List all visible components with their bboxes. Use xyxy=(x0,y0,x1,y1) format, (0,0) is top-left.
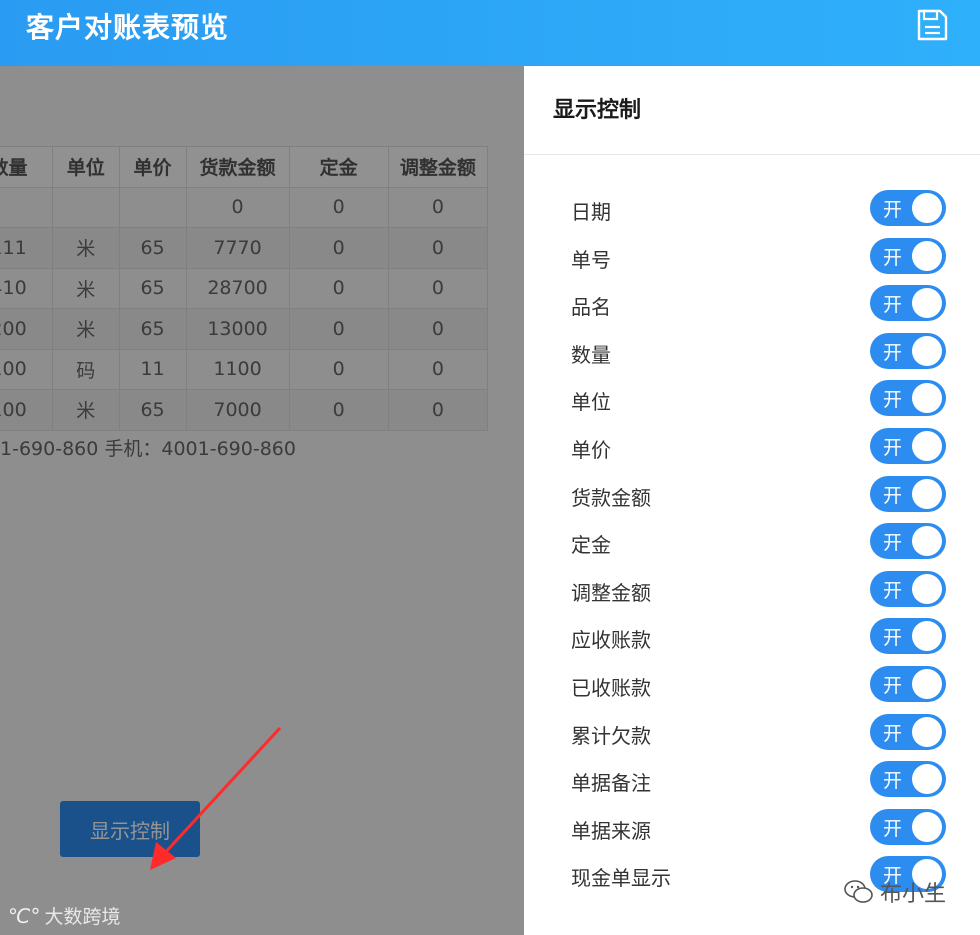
switch-on-text: 开 xyxy=(883,437,903,459)
toggle-switch[interactable]: 开 xyxy=(870,666,946,702)
switch-on-text: 开 xyxy=(883,675,903,697)
switch-knob xyxy=(912,240,942,271)
option-row: 调整金额 开 xyxy=(524,569,980,609)
option-label: 现金单显示 xyxy=(571,866,671,891)
switch-knob xyxy=(912,193,942,223)
option-row: 日期 开 xyxy=(524,188,980,228)
switch-knob xyxy=(912,811,942,842)
app-header: 客户对账表预览 xyxy=(0,0,980,66)
switch-knob xyxy=(912,478,942,509)
option-row: 累计欠款 开 xyxy=(524,712,980,752)
wechat-icon xyxy=(844,880,873,903)
option-label: 单据备注 xyxy=(571,771,651,796)
toggle-switch[interactable]: 开 xyxy=(870,332,946,369)
option-label: 单位 xyxy=(571,390,611,415)
watermark-right-text: 布小生 xyxy=(880,882,947,907)
option-row: 品名 开 xyxy=(524,283,980,323)
display-control-drawer: 显示控制 日期开单号开品名开数量开单位开单价开货款金额开定金开调整金额开应收账款… xyxy=(524,66,980,935)
switch-on-text: 开 xyxy=(883,484,903,507)
switch-knob xyxy=(912,573,942,604)
toggle-switch[interactable]: 开 xyxy=(870,713,946,750)
option-row: 数量 开 xyxy=(524,331,980,371)
watermark-logo-icon: ℃° xyxy=(8,903,41,928)
toggle-switch[interactable]: 开 xyxy=(870,237,946,274)
option-label: 数量 xyxy=(571,342,611,367)
toggle-switch[interactable]: 开 xyxy=(870,808,946,845)
switch-knob xyxy=(912,669,942,699)
option-row: 单号 开 xyxy=(524,236,980,276)
option-label: 累计欠款 xyxy=(571,723,651,748)
toggle-switch[interactable]: 开 xyxy=(870,618,946,655)
option-row: 单价 开 xyxy=(524,426,980,466)
switch-knob xyxy=(912,335,942,366)
page-title: 客户对账表预览 xyxy=(26,11,230,44)
toggle-switch[interactable]: 开 xyxy=(870,190,946,226)
switch-on-text: 开 xyxy=(883,722,903,745)
option-row: 单据来源 开 xyxy=(524,807,980,847)
option-row: 单位 开 xyxy=(524,378,980,418)
drawer-title: 显示控制 xyxy=(553,98,642,123)
switch-knob xyxy=(912,764,942,795)
switch-knob xyxy=(912,288,942,319)
option-label: 日期 xyxy=(571,200,611,224)
option-label: 已收账款 xyxy=(571,676,651,700)
option-label: 单价 xyxy=(571,438,611,462)
switch-on-text: 开 xyxy=(883,817,903,840)
switch-on-text: 开 xyxy=(883,246,903,269)
switch-on-text: 开 xyxy=(883,294,903,317)
watermark-right: 布小生 xyxy=(844,876,946,908)
option-row: 单据备注 开 xyxy=(524,759,980,799)
option-label: 货款金额 xyxy=(571,485,651,510)
toggle-switch[interactable]: 开 xyxy=(870,285,946,322)
switch-knob xyxy=(912,621,942,652)
option-label: 单据来源 xyxy=(571,818,651,843)
toggle-switch[interactable]: 开 xyxy=(870,761,946,798)
option-label: 定金 xyxy=(571,533,611,558)
switch-on-text: 开 xyxy=(883,199,903,221)
toggle-switch[interactable]: 开 xyxy=(870,475,946,512)
switch-knob xyxy=(912,431,942,461)
option-row: 定金 开 xyxy=(524,521,980,561)
switch-knob xyxy=(912,716,942,747)
toggle-switch[interactable]: 开 xyxy=(870,380,946,417)
switch-knob xyxy=(912,383,942,414)
toggle-switch[interactable]: 开 xyxy=(870,428,946,464)
toggle-switch[interactable]: 开 xyxy=(870,570,946,607)
switch-knob xyxy=(912,526,942,557)
option-label: 单号 xyxy=(571,247,611,272)
drawer-divider xyxy=(524,154,980,155)
option-label: 调整金额 xyxy=(571,580,651,605)
save-icon[interactable] xyxy=(914,7,950,43)
switch-on-text: 开 xyxy=(883,627,903,650)
watermark-left-text: 大数跨境 xyxy=(44,906,121,928)
annotation-arrow xyxy=(150,726,282,870)
watermark-left: ℃° 大数跨境 xyxy=(8,902,120,929)
option-row: 应收账款 开 xyxy=(524,616,980,656)
switch-on-text: 开 xyxy=(883,341,903,364)
option-label: 品名 xyxy=(571,295,611,320)
switch-on-text: 开 xyxy=(883,579,903,602)
switch-on-text: 开 xyxy=(883,770,903,793)
switch-on-text: 开 xyxy=(883,532,903,555)
switch-on-text: 开 xyxy=(883,389,903,412)
option-row: 已收账款 开 xyxy=(524,664,980,704)
toggle-switch[interactable]: 开 xyxy=(870,523,946,560)
option-label: 应收账款 xyxy=(571,628,651,653)
option-row: 货款金额 开 xyxy=(524,474,980,514)
